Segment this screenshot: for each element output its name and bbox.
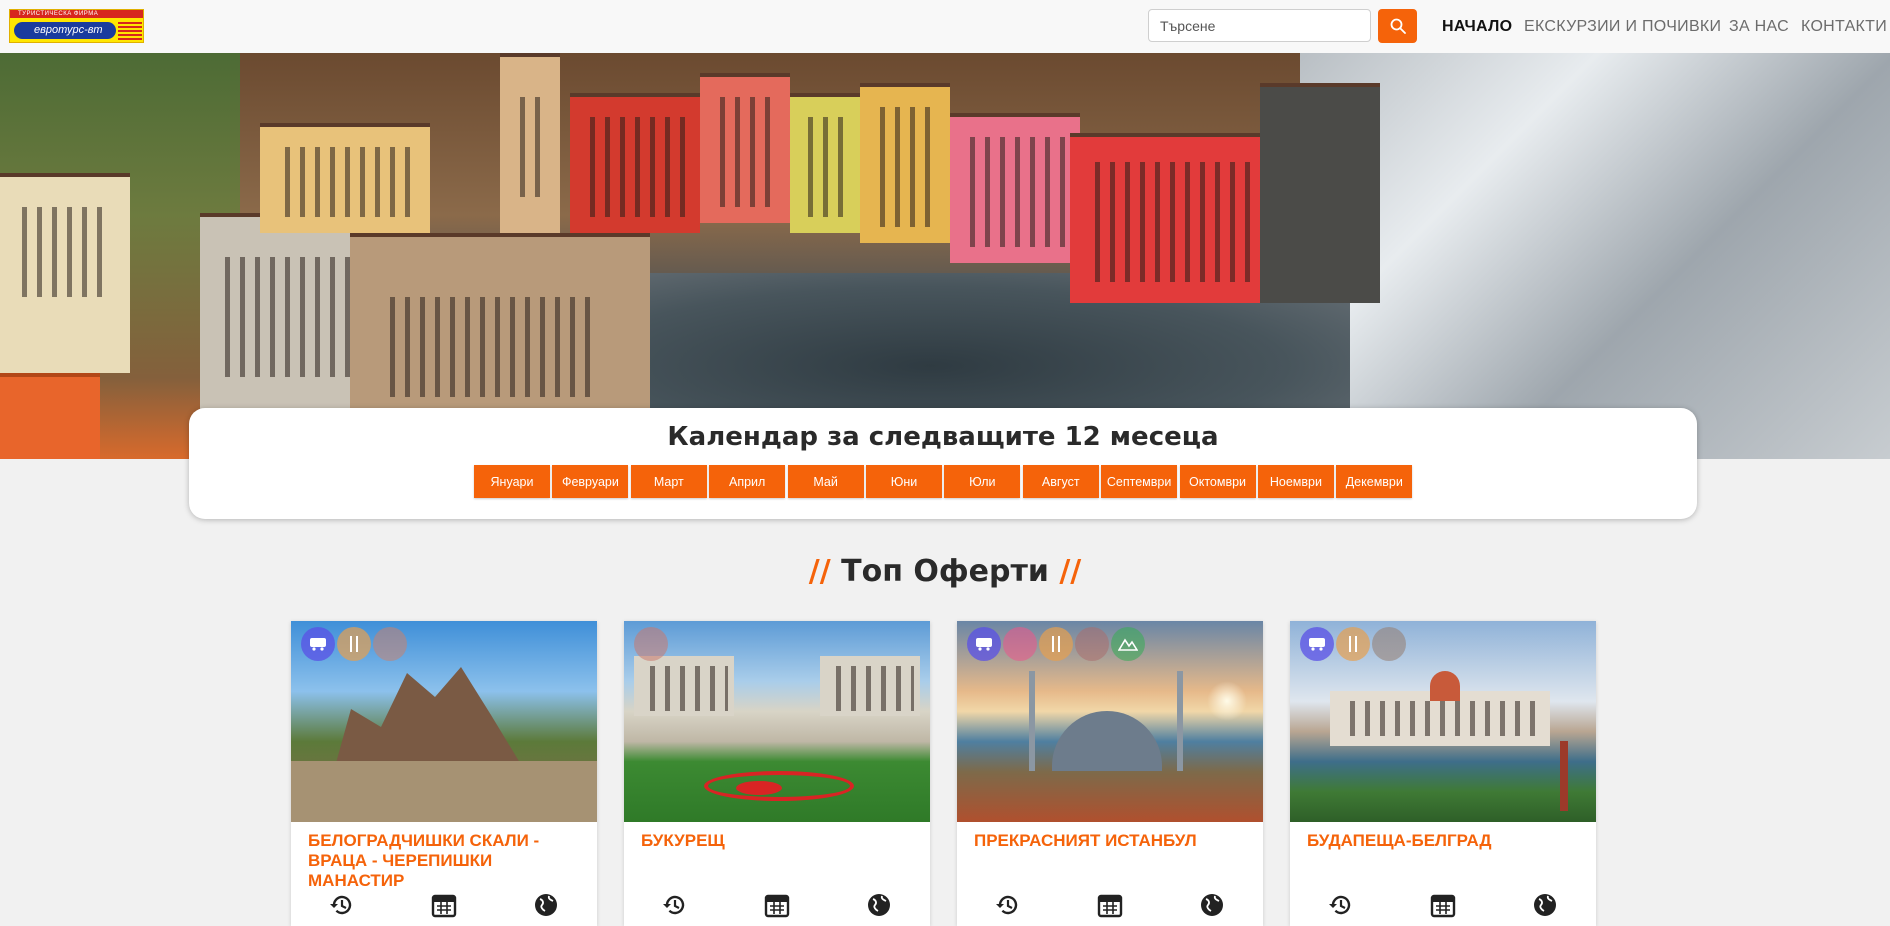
palace-wing-left (634, 656, 734, 716)
site-logo[interactable]: ТУРИСТИЧЕСКА ФИРМА евротурс-вт (9, 9, 144, 43)
search-input[interactable] (1148, 9, 1371, 42)
hero-banner-image (0, 53, 1890, 459)
calendar-panel: Календар за следващите 12 месеца Януари … (189, 408, 1697, 519)
month-buttons: Януари Февруари Март Април Май Юни Юли А… (474, 465, 1415, 498)
sun (1207, 681, 1247, 721)
food-icon (337, 627, 371, 661)
month-january[interactable]: Януари (474, 465, 550, 498)
month-february[interactable]: Февруари (552, 465, 629, 498)
top-offers-heading: Топ Оферти (841, 554, 1049, 589)
title-slash-right: // (1059, 554, 1082, 589)
hero-sea (1300, 53, 1890, 459)
month-june[interactable]: Юни (865, 465, 942, 498)
offer-card[interactable]: ПРЕКРАСНИЯТ ИСТАНБУЛ (957, 621, 1263, 926)
hero-building (200, 213, 370, 433)
history-icon (330, 895, 352, 915)
hero-roof (0, 373, 100, 459)
offer-feature-icons (291, 892, 597, 922)
history-icon (663, 895, 685, 915)
hero-building (790, 93, 860, 233)
top-offers-title: // Топ Оферти // (0, 554, 1890, 589)
hero-rocks (1260, 83, 1380, 303)
hotel-icon (634, 627, 668, 661)
hero-tower (500, 53, 560, 233)
month-august[interactable]: Август (1022, 465, 1099, 498)
hotel-icon (1003, 627, 1037, 661)
offer-card[interactable]: БУДАПЕЩА-БЕЛГРАД (1290, 621, 1596, 926)
calendar-icon (764, 894, 790, 918)
monument-icon (373, 627, 407, 661)
offer-title[interactable]: БУКУРЕЩ (641, 831, 916, 851)
minaret (1177, 671, 1183, 771)
hero-building (860, 83, 950, 243)
offer-title[interactable]: ПРЕКРАСНИЯТ ИСТАНБУЛ (974, 831, 1249, 851)
globe-icon (1534, 894, 1556, 916)
logo-brand-text: евротурс-вт (14, 22, 116, 39)
offer-title[interactable]: БЕЛОГРАДЧИШКИ СКАЛИ - ВРАЦА - ЧЕРЕПИШКИ … (308, 831, 583, 891)
offer-feature-icons (957, 892, 1263, 922)
month-october[interactable]: Октомври (1179, 465, 1256, 498)
history-icon (1329, 895, 1351, 915)
flower-bed-center (736, 781, 782, 795)
food-icon (1039, 627, 1073, 661)
nav-contacts[interactable]: КОНТАКТИ (1801, 0, 1887, 53)
history-icon (996, 895, 1018, 915)
calendar-icon (431, 894, 457, 918)
hero-building (0, 173, 130, 373)
offer-feature-icons (624, 892, 930, 922)
offer-title[interactable]: БУДАПЕЩА-БЕЛГРАД (1307, 831, 1582, 851)
offer-badges (1300, 627, 1408, 661)
month-march[interactable]: Март (630, 465, 707, 498)
offer-card[interactable]: БУКУРЕЩ (624, 621, 930, 926)
globe-icon (535, 894, 557, 916)
globe-icon (1201, 894, 1223, 916)
hero-building (1070, 133, 1270, 303)
offer-feature-icons (1290, 892, 1596, 922)
offer-badges (634, 627, 670, 661)
search-icon (1390, 18, 1406, 34)
title-slash-left: // (808, 554, 831, 589)
nav-home[interactable]: НАЧАЛО (1442, 0, 1512, 53)
food-icon (1336, 627, 1370, 661)
parliament-dome (1430, 671, 1460, 701)
calendar-icon (1430, 894, 1456, 918)
logo-top-text: ТУРИСТИЧЕСКА ФИРМА (10, 10, 143, 18)
globe-icon (868, 894, 890, 916)
church-spire (1560, 741, 1568, 811)
bus-icon (967, 627, 1001, 661)
palace-wing-right (820, 656, 920, 716)
hero-building (950, 113, 1080, 263)
mosque-dome (1052, 711, 1162, 771)
month-december[interactable]: Декември (1336, 465, 1413, 498)
offer-card[interactable]: БЕЛОГРАДЧИШКИ СКАЛИ - ВРАЦА - ЧЕРЕПИШКИ … (291, 621, 597, 926)
hero-building (260, 123, 430, 233)
minaret (1029, 671, 1035, 771)
bus-icon (1300, 627, 1334, 661)
nav-excursions[interactable]: ЕКСКУРЗИИ И ПОЧИВКИ (1524, 0, 1721, 53)
offer-badges (301, 627, 409, 661)
month-november[interactable]: Ноември (1257, 465, 1334, 498)
sightseeing-icon (1372, 627, 1406, 661)
fortress-wall (291, 761, 597, 822)
calendar-title: Календар за следващите 12 месеца (667, 422, 1219, 452)
offer-badges (967, 627, 1147, 661)
month-september[interactable]: Септември (1101, 465, 1178, 498)
header: ТУРИСТИЧЕСКА ФИРМА евротурс-вт НАЧАЛО ЕК… (0, 0, 1890, 53)
hero-building (700, 73, 790, 223)
month-may[interactable]: Май (787, 465, 864, 498)
search-button[interactable] (1378, 9, 1417, 43)
hero-building (570, 93, 700, 233)
camera-icon (1075, 627, 1109, 661)
bus-icon (301, 627, 335, 661)
month-april[interactable]: Април (709, 465, 786, 498)
month-july[interactable]: Юли (944, 465, 1021, 498)
nav-about[interactable]: ЗА НАС (1729, 0, 1789, 53)
calendar-icon (1097, 894, 1123, 918)
mountain-icon (1111, 627, 1145, 661)
logo-stripes (118, 20, 142, 40)
